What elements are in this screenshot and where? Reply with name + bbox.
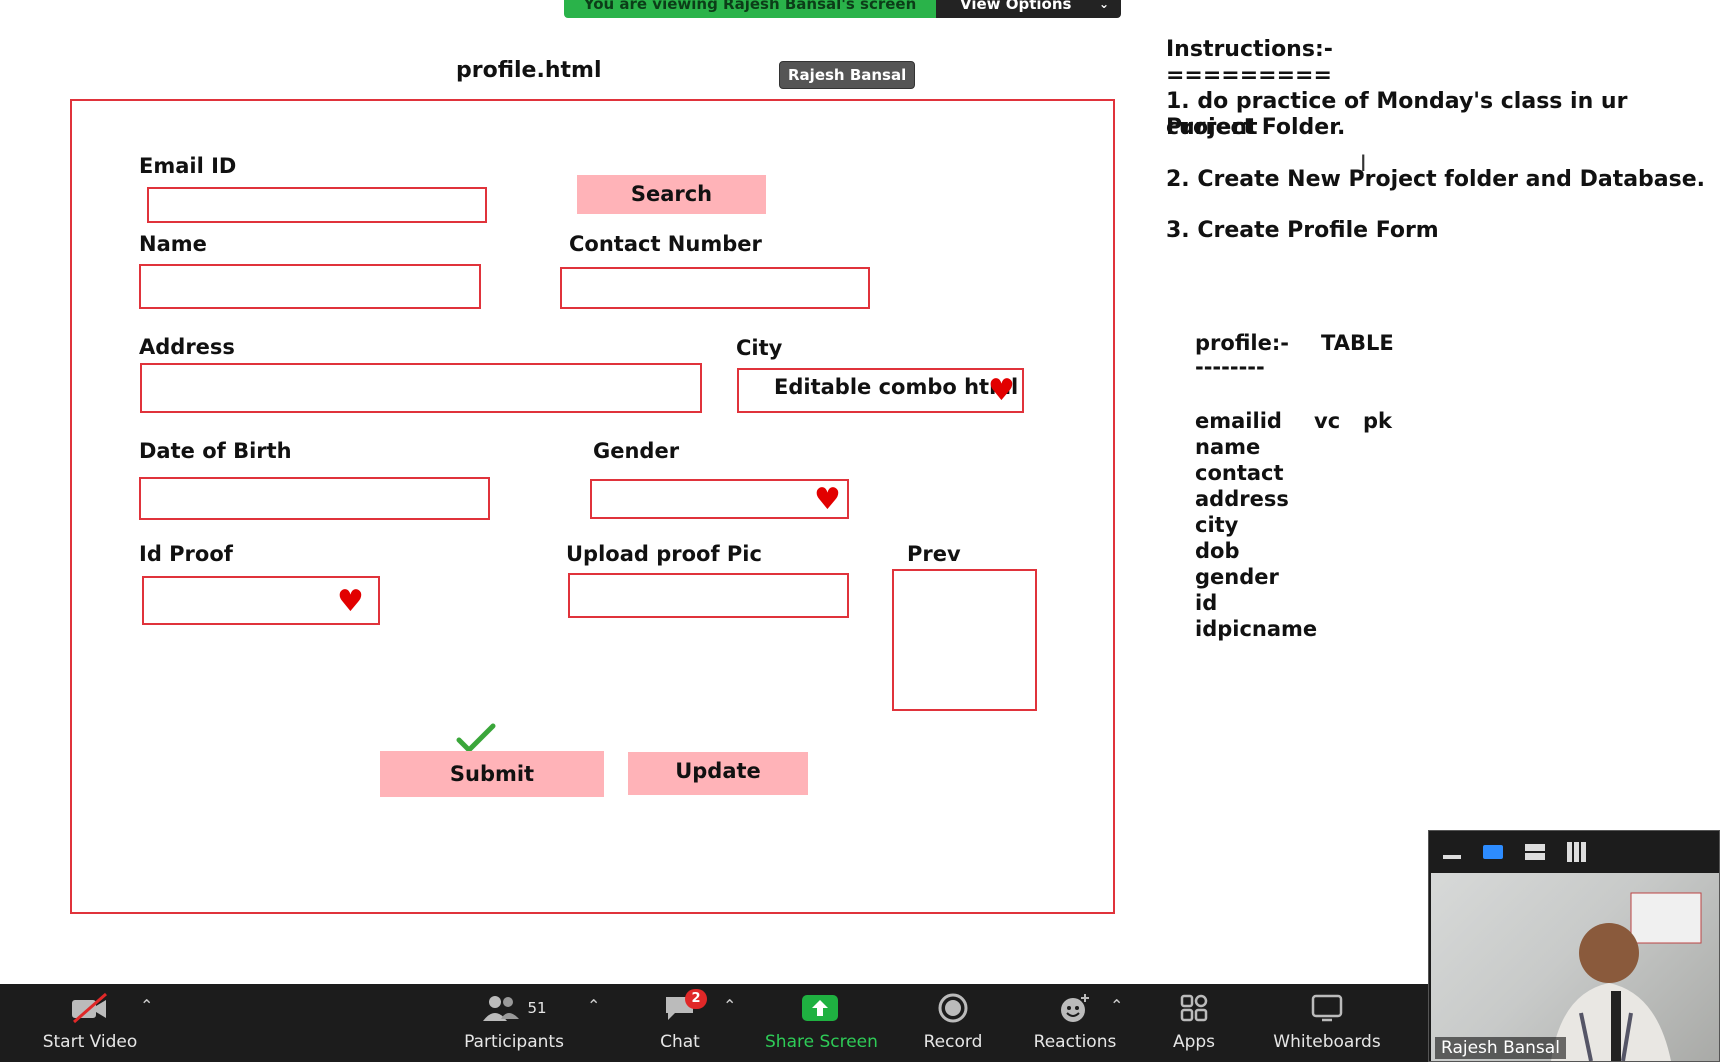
email-input[interactable] (147, 187, 487, 223)
heart-icon: ♥ (814, 482, 841, 517)
participant-video-feed: Rajesh Bansal (1431, 873, 1719, 1061)
chat-label: Chat (660, 1032, 700, 1052)
caret-up-icon[interactable]: ⌃ (587, 996, 600, 1015)
contact-input[interactable] (560, 267, 870, 309)
caret-up-icon[interactable]: ⌃ (140, 996, 153, 1015)
whiteboards-button[interactable]: Whiteboards (1272, 984, 1382, 1062)
text-cursor-icon: I (1360, 152, 1367, 177)
participants-count: 51 (527, 999, 547, 1017)
view-options-label: View Options (960, 0, 1072, 13)
caret-up-icon[interactable]: ⌃ (723, 996, 736, 1015)
heart-icon: ♥ (988, 373, 1015, 408)
reactions-label: Reactions (1033, 1032, 1117, 1052)
participants-button[interactable]: 51 Participants (460, 984, 568, 1062)
start-video-label: Start Video (42, 1032, 138, 1052)
apps-icon (1180, 994, 1208, 1022)
apps-button[interactable]: Apps (1170, 984, 1218, 1062)
address-input[interactable] (140, 363, 702, 413)
schema-field: id (1195, 591, 1218, 615)
record-label: Record (923, 1032, 983, 1052)
upload-label: Upload proof Pic (566, 542, 762, 566)
heart-icon: ♥ (337, 584, 364, 619)
chat-badge: 2 (685, 989, 707, 1009)
caret-up-icon[interactable]: ⌃ (1110, 996, 1123, 1015)
instruction-step-3: 3. Create Profile Form (1166, 218, 1439, 243)
minimize-icon[interactable] (1443, 855, 1461, 859)
record-icon (938, 993, 968, 1023)
schema-field: idpicname (1195, 617, 1318, 641)
name-label: Name (139, 232, 207, 256)
view-options-button[interactable]: View Options ⌄ (936, 0, 1121, 18)
schema-field-list: emailid name contact address city dob ge… (1195, 408, 1317, 642)
schema-kind: TABLE (1321, 331, 1394, 355)
speaker-view-icon[interactable] (1483, 845, 1503, 859)
city-combo-text: Editable combo html (774, 375, 1019, 399)
reactions-button[interactable]: Reactions (1032, 984, 1118, 1062)
schema-field: contact (1195, 461, 1284, 485)
search-button[interactable]: Search (577, 175, 766, 214)
viewing-message: You are viewing Rajesh Bansal's screen (564, 0, 936, 18)
apps-label: Apps (1172, 1032, 1216, 1052)
schema-type: vc (1314, 409, 1341, 433)
schema-field: city (1195, 513, 1239, 537)
grid-view-icon[interactable] (1567, 842, 1587, 862)
reactions-icon (1061, 994, 1089, 1022)
share-screen-button[interactable]: Share Screen (765, 984, 878, 1062)
instructions-title: Instructions:- (1166, 37, 1333, 62)
share-banner: You are viewing Rajesh Bansal's screen V… (564, 0, 1121, 18)
presenter-name-tag: Rajesh Bansal (779, 61, 916, 89)
participant-name: Rajesh Bansal (1435, 1037, 1566, 1059)
gender-select[interactable]: ♥ (590, 479, 849, 519)
video-view-controls (1429, 831, 1719, 873)
schema-dashes: -------- (1195, 355, 1265, 379)
submit-button[interactable]: Submit (380, 751, 604, 797)
schema-title: profile:- (1195, 331, 1289, 355)
schema-field: name (1195, 435, 1261, 459)
address-label: Address (139, 335, 235, 359)
video-thumbnail: Rajesh Bansal (1428, 830, 1720, 1062)
file-title: profile.html (456, 58, 602, 83)
whiteboard-icon (1311, 994, 1343, 1022)
preview-box (892, 569, 1037, 711)
participants-icon (483, 996, 520, 1021)
idproof-label: Id Proof (139, 542, 233, 566)
instruction-step-1-cont: Project Folder. (1166, 115, 1346, 140)
dob-input[interactable] (139, 477, 490, 520)
name-input[interactable] (139, 264, 481, 309)
video-off-icon (72, 992, 107, 1024)
update-button[interactable]: Update (628, 752, 808, 795)
gender-label: Gender (593, 439, 680, 463)
share-screen-icon (802, 995, 838, 1021)
strip-view-icon[interactable] (1525, 844, 1545, 860)
dob-label: Date of Birth (139, 439, 292, 463)
schema-field: dob (1195, 539, 1240, 563)
schema-field: address (1195, 487, 1289, 511)
contact-label: Contact Number (569, 232, 762, 256)
share-screen-label: Share Screen (765, 1032, 878, 1052)
idproof-select[interactable]: ♥ (142, 576, 380, 625)
instruction-step-2: 2. Create New Project folder and Databas… (1166, 167, 1706, 192)
whiteboards-label: Whiteboards (1273, 1032, 1381, 1052)
schema-key: pk (1363, 409, 1392, 433)
email-label: Email ID (139, 154, 237, 178)
schema-field: gender (1195, 565, 1279, 589)
schema-field: emailid (1195, 409, 1282, 433)
prev-label: Prev (907, 542, 961, 566)
chevron-down-icon: ⌄ (1098, 0, 1109, 11)
participants-label: Participants (464, 1032, 564, 1052)
upload-input[interactable] (568, 573, 849, 618)
record-button[interactable]: Record (920, 984, 986, 1062)
city-label: City (736, 336, 783, 360)
person-silhouette (1551, 892, 1702, 1061)
city-combo[interactable]: Editable combo html ♥ (737, 368, 1024, 413)
instructions-underline: ========= (1166, 63, 1332, 88)
start-video-button[interactable]: Start Video (40, 984, 140, 1062)
